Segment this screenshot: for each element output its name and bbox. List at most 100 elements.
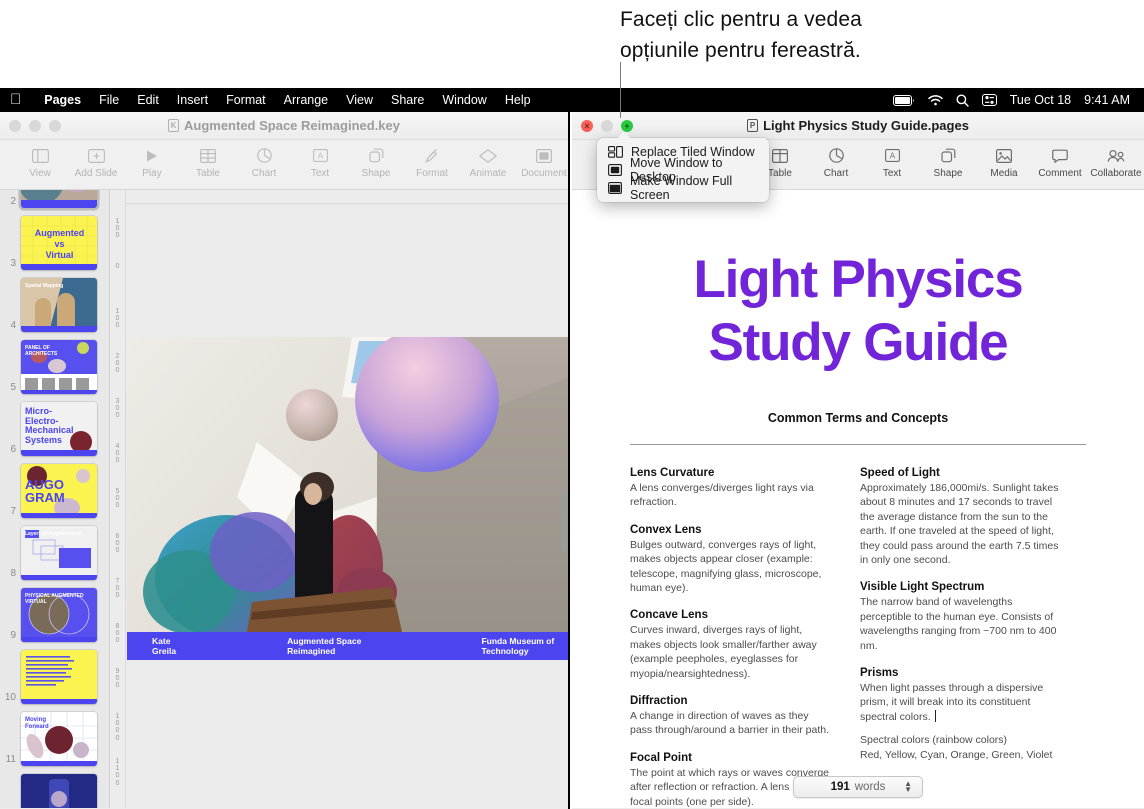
keynote-toolbar-chart[interactable]: Chart: [236, 144, 292, 179]
slide-thumbnail[interactable]: Augmented vs Virtual: [21, 216, 97, 270]
menu-item-view[interactable]: View: [337, 93, 382, 107]
keynote-title: K Augmented Space Reimagined.key: [0, 118, 568, 133]
slide-thumbnail[interactable]: [21, 650, 97, 704]
pages-toolbar-comment[interactable]: Comment: [1032, 144, 1088, 179]
text-icon: A: [885, 146, 900, 165]
menu-item-make-window-full-screen[interactable]: Make Window Full Screen: [597, 179, 769, 197]
term-heading: Diffraction: [630, 695, 830, 707]
pages-toolbar-table-label: Table: [768, 168, 792, 179]
format-brush-icon: [425, 146, 439, 165]
menu-item-help[interactable]: Help: [496, 93, 540, 107]
pages-toolbar-media[interactable]: Media: [976, 144, 1032, 179]
slide-thumbnail-text: Micro- Electro- Mechanical Systems: [25, 407, 94, 445]
slide-thumbnail[interactable]: PANEL OF ARCHITECTS: [21, 340, 97, 394]
slide-thumbnail-row[interactable]: 3Augmented vs Virtual: [0, 216, 109, 270]
slide-thumbnail-row[interactable]: 2: [0, 190, 109, 208]
pages-toolbar-chart[interactable]: Chart: [808, 144, 864, 179]
pages-toolbar-chart-label: Chart: [824, 168, 848, 179]
word-count-number: 191: [831, 781, 850, 793]
search-icon[interactable]: [956, 94, 969, 107]
document-page[interactable]: Light Physics Study Guide Common Terms a…: [572, 190, 1144, 808]
slide-thumbnail-text: AUGO GRAM: [25, 478, 94, 504]
keynote-toolbar-document[interactable]: Document: [516, 144, 570, 179]
pages-title-bar[interactable]: × + P Light Physics Study Guide.pages: [572, 112, 1144, 140]
ruler-tick: 900: [111, 668, 124, 690]
slide-thumbnail[interactable]: [21, 774, 97, 808]
slide-thumbnail[interactable]: PHYSICAL AUGMENTED VIRTUAL: [21, 588, 97, 642]
slide-thumbnail[interactable]: Micro- Electro- Mechanical Systems: [21, 402, 97, 456]
window-options-menu[interactable]: Replace Tiled Window Move Window to Desk…: [597, 138, 769, 202]
pages-toolbar-collaborate[interactable]: Collaborate: [1088, 144, 1144, 179]
slide-thumbnail-text: Moving Forward: [25, 717, 94, 730]
control-center-icon[interactable]: [982, 94, 997, 106]
keynote-toolbar-text[interactable]: A Text: [292, 144, 348, 179]
slide-thumbnail-row[interactable]: 9PHYSICAL AUGMENTED VIRTUAL: [0, 588, 109, 642]
word-count-badge[interactable]: 191 words ▲ ▼: [793, 776, 923, 798]
keynote-toolbar-play-label: Play: [142, 168, 161, 179]
keynote-toolbar-shape[interactable]: Shape: [348, 144, 404, 179]
stepper-down-icon[interactable]: ▼: [904, 787, 912, 793]
wifi-icon[interactable]: [928, 95, 943, 106]
pages-toolbar-shape[interactable]: Shape: [920, 144, 976, 179]
keynote-title-bar[interactable]: K Augmented Space Reimagined.key: [0, 112, 568, 140]
shape-icon: [941, 146, 956, 165]
word-count-stepper[interactable]: ▲ ▼: [904, 781, 912, 793]
keynote-toolbar-view[interactable]: View: [12, 144, 68, 179]
slide-thumbnail[interactable]: [21, 190, 97, 208]
slide-thumbnail-row[interactable]: 12: [0, 774, 109, 808]
slide-thumbnail-row[interactable]: 5PANEL OF ARCHITECTS: [0, 340, 109, 394]
menu-item-arrange[interactable]: Arrange: [275, 93, 337, 107]
slide-thumbnail[interactable]: AUGO GRAM: [21, 464, 97, 518]
menu-bar:  Pages File Edit Insert Format Arrange …: [0, 88, 1144, 112]
battery-icon[interactable]: [893, 95, 915, 106]
menu-item-edit[interactable]: Edit: [128, 93, 168, 107]
menu-item-pages[interactable]: Pages: [35, 93, 90, 107]
keynote-toolbar-animate[interactable]: Animate: [460, 144, 516, 179]
shape-icon: [369, 146, 384, 165]
ruler-tick: 700: [111, 578, 124, 600]
menu-item-insert[interactable]: Insert: [168, 93, 217, 107]
keynote-toolbar-play[interactable]: Play: [124, 144, 180, 179]
keynote-toolbar-document-label: Document: [521, 168, 567, 179]
slide-thumbnail-text: PHYSICAL AUGMENTED VIRTUAL: [25, 593, 94, 605]
keynote-canvas-area: 100010020030040050060070080090010001100: [110, 190, 568, 808]
keynote-toolbar-format[interactable]: Format: [404, 144, 460, 179]
comment-icon: [1052, 146, 1068, 165]
menu-item-window[interactable]: Window: [433, 93, 495, 107]
document-left-column: Lens CurvatureA lens converges/diverges …: [630, 467, 830, 808]
slide-thumbnail-row[interactable]: 11Moving Forward: [0, 712, 109, 766]
slide-thumbnail-row[interactable]: 6Micro- Electro- Mechanical Systems: [0, 402, 109, 456]
term-heading: Lens Curvature: [630, 467, 830, 479]
slide-navigator[interactable]: 2 3Augmented vs Virtual 4Spatial Mapping 5P…: [0, 190, 110, 808]
pages-toolbar-text[interactable]: A Text: [864, 144, 920, 179]
menu-item-share[interactable]: Share: [382, 93, 433, 107]
keynote-toolbar-animate-label: Animate: [470, 168, 507, 179]
slide-thumbnail-row[interactable]: 10: [0, 650, 109, 704]
slide-canvas[interactable]: Kate Greila Augmented Space Reimagined F…: [127, 205, 566, 808]
slide-thumbnail-row[interactable]: 4Spatial Mapping: [0, 278, 109, 332]
term-heading: Prisms: [860, 667, 1060, 679]
pages-title-text: Light Physics Study Guide.pages: [763, 118, 969, 133]
term-heading: Focal Point: [630, 752, 830, 764]
slide-thumbnail[interactable]: Spatial Mapping: [21, 278, 97, 332]
media-icon: [996, 146, 1012, 165]
slide-number: 8: [2, 568, 16, 580]
canvas-scrollbar[interactable]: [561, 490, 566, 552]
keynote-toolbar-table-label: Table: [196, 168, 220, 179]
ruler-tick: 1000: [111, 713, 124, 742]
term-description: Curves inward, diverges rays of light, m…: [630, 623, 830, 681]
keynote-toolbar-table[interactable]: Table: [180, 144, 236, 179]
apple-logo-icon[interactable]: : [10, 92, 21, 109]
menu-item-file[interactable]: File: [90, 93, 128, 107]
term-heading: Visible Light Spectrum: [860, 581, 1060, 593]
chart-icon: [829, 146, 844, 165]
menu-item-format[interactable]: Format: [217, 93, 275, 107]
slide-thumbnail[interactable]: Layers of Augmentation: [21, 526, 97, 580]
keynote-toolbar-add-slide[interactable]: Add Slide: [68, 144, 124, 179]
menu-bar-time[interactable]: 9:41 AM: [1084, 93, 1130, 107]
slide-thumbnail-row[interactable]: 8 Layers of Augmentation: [0, 526, 109, 580]
menu-bar-date[interactable]: Tue Oct 18: [1010, 93, 1071, 107]
slide-thumbnail[interactable]: Moving Forward: [21, 712, 97, 766]
slide-thumbnail-row[interactable]: 7AUGO GRAM: [0, 464, 109, 518]
document-subtitle: Common Terms and Concepts: [572, 411, 1144, 425]
